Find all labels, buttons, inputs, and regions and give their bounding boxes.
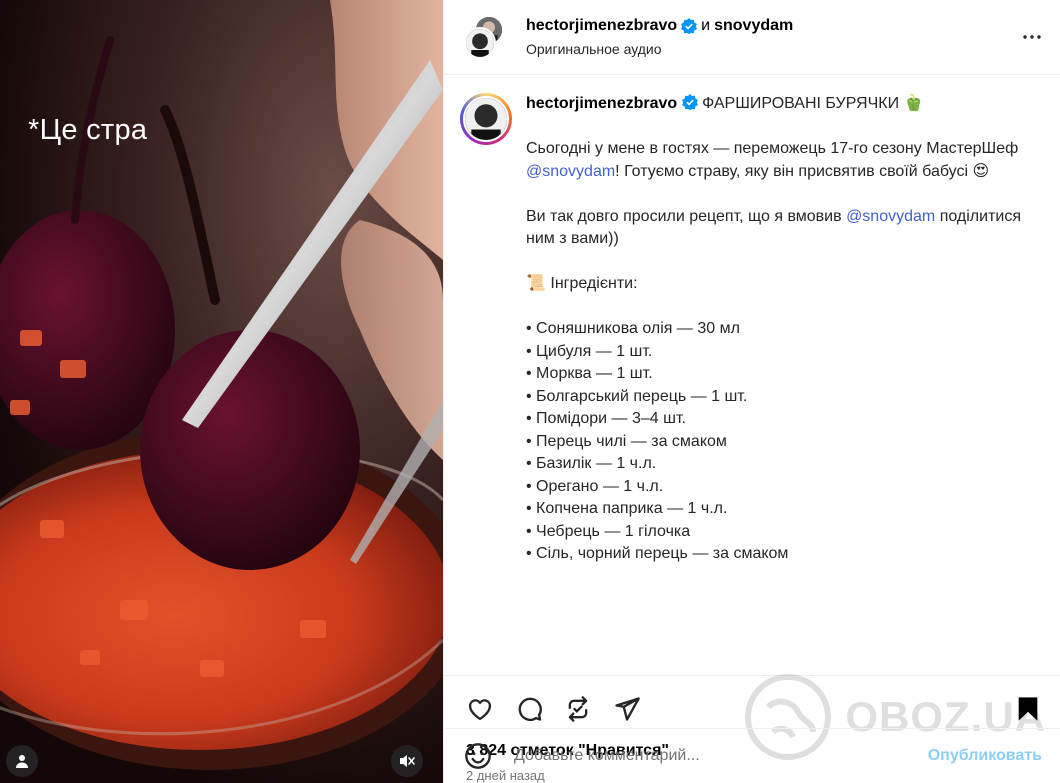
author-avatar[interactable] [464, 27, 496, 59]
caption-author-link[interactable]: hectorjimenezbravo [526, 95, 677, 112]
emoji-smiley-icon[interactable] [464, 742, 492, 770]
paper-plane-icon [615, 697, 640, 721]
more-options-button[interactable] [1020, 25, 1044, 49]
ingredient-item: • Орегано — 1 ч.л. [526, 477, 664, 495]
ingredient-item: • Соняшникова олія — 30 мл [526, 320, 740, 337]
post-details-panel: hectorjimenezbravo и snovydam Оригинальн… [443, 0, 1060, 783]
caption-title: ФАРШИРОВАНІ БУРЯЧКИ [702, 95, 900, 112]
verified-badge-icon [681, 94, 698, 110]
collab-avatars[interactable] [464, 15, 504, 59]
ingredient-item: • Базилік — 1 ч.л. [526, 455, 657, 472]
ingredient-item: • Болгарський перець — 1 шт. [526, 387, 748, 405]
comment-bubble-icon [518, 697, 542, 721]
comment-composer: Опубликовать [444, 728, 1060, 783]
caption-author-avatar[interactable] [460, 93, 512, 145]
caption-intro-text: Сьогодні у мене в гостях — переможець 17… [526, 140, 1019, 157]
header-collaborator-link[interactable]: snovydam [714, 17, 793, 35]
ingredients-heading: 📜 Інгредієнти: [526, 275, 638, 292]
ingredients-list: • Соняшникова олія — 30 мл • Цибуля — 1 … [526, 318, 1031, 566]
heart-icon [468, 699, 492, 721]
share-button[interactable] [613, 695, 641, 723]
more-horizontal-icon [1023, 35, 1041, 39]
header-conjunction: и [701, 17, 711, 34]
original-audio-link[interactable]: Оригинальное аудио [526, 41, 1020, 57]
post-dialog: *Це стра hectorjimenezbravo и snovydam О… [0, 0, 1060, 783]
video-player[interactable]: *Це стра [0, 0, 443, 783]
mention-link[interactable]: @snovydam [846, 208, 935, 225]
verified-badge-icon [681, 18, 698, 34]
like-button[interactable] [466, 695, 494, 723]
person-icon [16, 755, 28, 768]
ingredient-item: • Копчена паприка — 1 ч.л. [526, 500, 728, 517]
mute-button[interactable] [391, 745, 423, 777]
publish-button[interactable]: Опубликовать [928, 747, 1042, 765]
repost-button[interactable] [564, 695, 592, 723]
ingredient-item: • Сіль, чорний перець — за смаком [526, 545, 789, 562]
comment-input[interactable] [514, 747, 928, 765]
header-author-link[interactable]: hectorjimenezbravo [526, 17, 677, 35]
speaker-muted-icon [400, 755, 415, 767]
heart-eyes-emoji: 😍 [972, 162, 990, 180]
tagged-people-button[interactable] [6, 745, 38, 777]
caption-scroll-area[interactable]: hectorjimenezbravo ФАРШИРОВАНІ БУРЯЧКИ 🫑… [444, 75, 1060, 676]
ingredient-item: • Чебрець — 1 гілочка [526, 522, 691, 540]
ingredient-item: • Цибуля — 1 шт. [526, 342, 653, 360]
pepper-emoji: 🫑 [903, 95, 924, 112]
post-header: hectorjimenezbravo и snovydam Оригинальн… [444, 0, 1060, 75]
caption-intro-text-2: ! Готуємо страву, яку він присвятив свої… [615, 162, 969, 180]
mention-link[interactable]: @snovydam [526, 163, 615, 180]
post-caption: hectorjimenezbravo ФАРШИРОВАНІ БУРЯЧКИ 🫑… [526, 93, 1031, 675]
ingredient-item: • Перець чилі — за смаком [526, 432, 727, 450]
repost-icon [568, 696, 588, 722]
ingredient-item: • Помідори — 3–4 шт. [526, 410, 686, 427]
comment-button[interactable] [515, 695, 543, 723]
video-caption-overlay: *Це стра [28, 114, 148, 146]
caption-paragraph-2: Ви так довго просили рецепт, що я вмовив [526, 207, 842, 225]
ingredient-item: • Морква — 1 шт. [526, 365, 653, 382]
